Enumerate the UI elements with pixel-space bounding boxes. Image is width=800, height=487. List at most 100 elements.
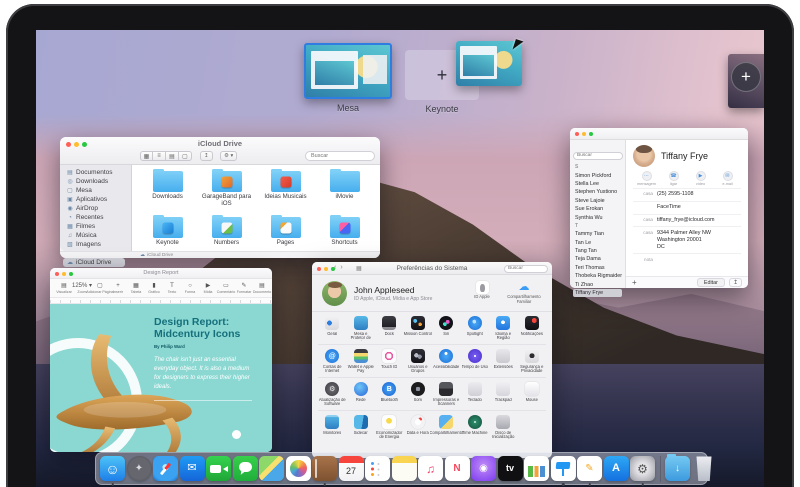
contact-row[interactable]: Thobeka Rigmaiden [573, 272, 622, 280]
folder-imovie[interactable]: iMovie [315, 168, 374, 212]
pref-idioma-regiao[interactable]: Idioma e Região [489, 316, 518, 341]
field-value[interactable]: FaceTime [657, 204, 681, 211]
add-desktop-button[interactable]: + [731, 62, 761, 92]
pref-atualizacao[interactable]: ⚙ Atualização de Software [318, 382, 347, 407]
contact-row[interactable]: Synthia Wu [573, 213, 622, 221]
sidebar-item-documentos[interactable]: ▤ Documentos [67, 168, 131, 177]
user-avatar[interactable] [322, 280, 347, 306]
sidebar-item-airdrop[interactable]: ◉ AirDrop [67, 204, 131, 213]
space-thumbnail-mesa[interactable] [304, 43, 392, 99]
folder-shortcuts[interactable]: Shortcuts [315, 214, 374, 251]
dock-app-store-icon[interactable]: A [603, 456, 629, 481]
dock-maps-icon[interactable] [259, 456, 284, 481]
dock-reminders-icon[interactable] [365, 456, 390, 481]
dock-facetime-icon[interactable] [206, 456, 231, 481]
system-preferences-window[interactable]: ‹› ▦ Preferências do Sistema John Apples… [312, 262, 552, 458]
dock-calendar-icon[interactable]: 27 [338, 456, 364, 481]
pref-teclado[interactable]: Teclado [461, 382, 490, 407]
document-button[interactable]: ▤ Documento [253, 282, 271, 294]
document-canvas[interactable]: Design Report: Midcentury Icons By Phili… [50, 304, 272, 452]
dock-downloads-folder-icon[interactable]: ↓ [665, 454, 690, 481]
message-button[interactable]: ⋯ mensagem [637, 171, 656, 186]
pref-monitores[interactable]: Monitores [318, 415, 347, 440]
pref-trackpad[interactable]: Trackpad [489, 382, 518, 407]
search-input[interactable] [573, 151, 623, 160]
view-button[interactable]: ▤ Visualizar [56, 282, 72, 294]
dock-messages-icon[interactable] [232, 456, 258, 481]
pref-acessibilidade[interactable]: Acessibilidade [432, 349, 461, 374]
sidebar-item-mesa[interactable]: ▢ Mesa [67, 186, 131, 195]
media-button[interactable]: ▶ Mídia [202, 282, 214, 294]
pref-usuarios-grupos[interactable]: Usuários e Grupos [404, 349, 433, 374]
contact-row-selected[interactable]: Tiffany Frye [573, 288, 622, 298]
pref-extensoes[interactable]: Extensões [489, 349, 518, 374]
pref-contas-internet[interactable]: @ Contas de Internet [318, 349, 347, 374]
contact-row[interactable]: Teri Thomas [573, 264, 622, 272]
pref-family-sharing[interactable]: ☁ Compartilhamento Familiar [506, 281, 542, 304]
dock-launchpad-icon[interactable]: ✦ [126, 456, 152, 481]
chart-button[interactable]: ▮ Gráfico [148, 282, 160, 294]
dock-pages-icon[interactable]: ✎ [577, 456, 602, 486]
sidebar-item-recentes[interactable]: ◔ Recentes [67, 213, 131, 222]
dock-keynote-icon[interactable] [550, 456, 576, 486]
contact-row[interactable]: Simon Pickford [573, 171, 622, 179]
pref-apple-id[interactable]: ID Apple [464, 281, 500, 304]
search-input[interactable] [504, 264, 548, 273]
contacts-window[interactable]: S Simon Pickford Stella Lee Stephen Yust… [570, 128, 748, 298]
sidebar-item-downloads[interactable]: ◎ Downloads [67, 177, 131, 186]
contact-row[interactable]: Teja Dama [573, 255, 622, 263]
folder-pages[interactable]: Pages [256, 214, 315, 251]
pref-wallet[interactable]: Wallet e Apple Pay [347, 349, 376, 374]
pref-compartilhamento[interactable]: Compartilhamento [430, 415, 463, 440]
share-button[interactable]: ↥ [200, 151, 213, 161]
shape-button[interactable]: ○ Forma [184, 282, 196, 294]
contact-row[interactable]: Sue Erokan [573, 205, 622, 213]
pref-geral[interactable]: Geral [318, 316, 347, 341]
pref-tempo-de-uso[interactable]: Tempo de Uso [461, 349, 490, 374]
pref-dock[interactable]: Dock [375, 316, 404, 341]
table-button[interactable]: ▦ Tabela [130, 282, 142, 294]
search-input[interactable] [305, 151, 375, 161]
dock-news-icon[interactable]: N [444, 456, 470, 481]
sidebar-item-imagens[interactable]: ▧ Imagens [67, 240, 131, 249]
pages-window[interactable]: Design Report ▤ Visualizar 125% ▾ Zoom ▢ Ad… [50, 268, 272, 452]
comment-button[interactable]: ▭ Comentário [217, 282, 236, 294]
dock-photos-icon[interactable] [285, 456, 311, 481]
video-button[interactable]: ▶ vídeo [691, 171, 710, 186]
folder-numbers[interactable]: Numbers [197, 214, 256, 251]
pref-mouse[interactable]: Mouse [518, 382, 547, 407]
email-button[interactable]: ✉ e-mail [718, 171, 737, 186]
pref-touch-id[interactable]: Touch ID [375, 349, 404, 374]
contact-row[interactable]: Steve Lajoie [573, 197, 622, 205]
dock-numbers-icon[interactable] [524, 456, 549, 481]
window-controls[interactable] [575, 132, 593, 136]
pref-rede[interactable]: Rede [347, 382, 376, 407]
format-button[interactable]: ✎ Formatar [237, 282, 252, 294]
dock-mail-icon[interactable]: ✉ [179, 456, 205, 481]
dock-contacts-icon[interactable] [312, 456, 337, 486]
add-contact-button[interactable]: + [632, 278, 637, 287]
dock-tv-icon[interactable]: tv [497, 456, 523, 481]
pref-time-machine[interactable]: Time Machine [461, 415, 490, 440]
folder-garageband[interactable]: GarageBand para iOS [197, 168, 256, 212]
pref-impressoras[interactable]: Impressoras e Scanners [432, 382, 461, 407]
contact-row[interactable]: Stella Lee [573, 180, 622, 188]
dock-system-preferences-icon[interactable]: ⚙ [630, 456, 655, 486]
pref-bluetooth[interactable]: B Bluetooth [375, 382, 404, 407]
dock-notes-icon[interactable] [391, 456, 417, 481]
folder-keynote[interactable]: Keynote [138, 214, 197, 251]
contact-row[interactable]: Tammy Tian [573, 230, 622, 238]
contact-row[interactable]: Stephen Yustiono [573, 188, 622, 196]
call-button[interactable]: ☎ ligar [664, 171, 683, 186]
folder-ideias-musicais[interactable]: Ideias Musicais [256, 168, 315, 212]
sidebar-item-aplicativos[interactable]: ▣ Aplicativos [67, 195, 131, 204]
sidebar-item-filmes[interactable]: ▦ Filmes [67, 222, 131, 231]
field-value[interactable]: tiffany_frye@icloud.com [657, 217, 715, 224]
add-page-button[interactable]: ▢ Adicionar Página [86, 282, 113, 294]
field-value[interactable]: 9344 Palmer Alley NW Washington 20001 DC [657, 230, 711, 251]
sidebar-item-icloud-drive[interactable]: ☁ iCloud Drive [63, 258, 125, 267]
pref-disco-inicializacao[interactable]: Disco de Inicialização [489, 415, 518, 440]
contact-row[interactable]: Tang Tan [573, 247, 622, 255]
pref-spotlight[interactable]: Spotlight [461, 316, 490, 341]
folder-downloads[interactable]: Downloads [138, 168, 197, 212]
